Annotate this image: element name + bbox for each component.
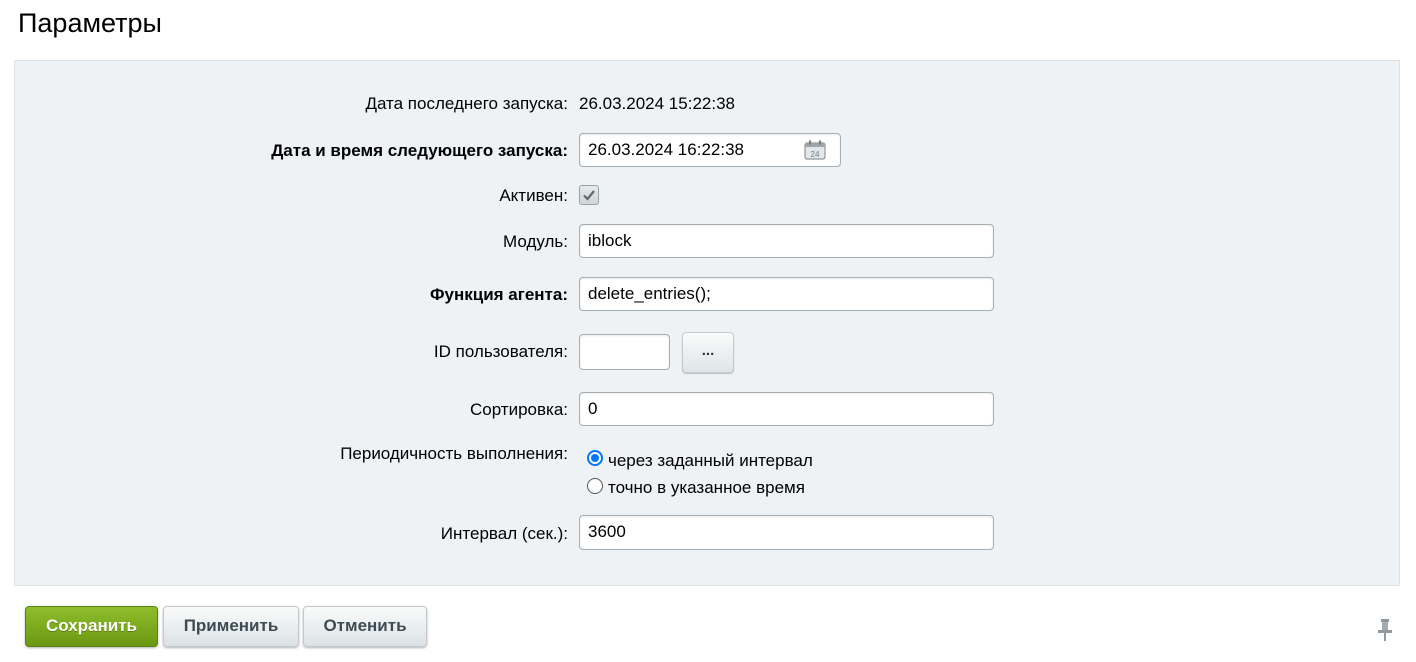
interval-radio-label[interactable]: через заданный интервал [608, 451, 813, 471]
pin-icon[interactable] [1376, 618, 1394, 642]
last-run-value: 26.03.2024 15:22:38 [579, 94, 735, 113]
periodicity-label: Периодичность выполнения: [340, 444, 568, 463]
save-button[interactable]: Сохранить [25, 606, 158, 647]
exact-time-radio[interactable] [587, 478, 603, 494]
next-run-label: Дата и время следующего запуска: [271, 141, 568, 160]
active-checkbox[interactable] [579, 185, 599, 205]
cancel-button[interactable]: Отменить [303, 606, 427, 647]
interval-label: Интервал (сек.): [440, 524, 568, 543]
sort-input[interactable]: 0 [579, 392, 994, 426]
svg-text:24: 24 [811, 150, 820, 159]
user-id-label: ID пользователя: [433, 342, 568, 361]
next-run-input[interactable]: 26.03.2024 16:22:38 [579, 133, 841, 167]
agent-function-input[interactable]: delete_entries(); [579, 277, 994, 311]
select-user-button[interactable]: ... [682, 332, 734, 373]
active-label: Активен: [499, 186, 568, 205]
interval-radio[interactable] [587, 450, 603, 466]
module-input[interactable]: iblock [579, 224, 994, 258]
calendar-icon[interactable]: 24 [804, 140, 826, 160]
agent-function-label: Функция агента: [430, 285, 568, 304]
user-id-input[interactable] [579, 334, 670, 370]
last-run-label: Дата последнего запуска: [365, 94, 568, 113]
exact-time-radio-label[interactable]: точно в указанное время [608, 478, 805, 498]
module-label: Модуль: [503, 232, 568, 251]
sort-label: Сортировка: [469, 400, 568, 419]
interval-input[interactable]: 3600 [579, 515, 994, 550]
page-title: Параметры [18, 8, 162, 38]
checkmark-icon [583, 190, 595, 201]
apply-button[interactable]: Применить [163, 606, 299, 647]
